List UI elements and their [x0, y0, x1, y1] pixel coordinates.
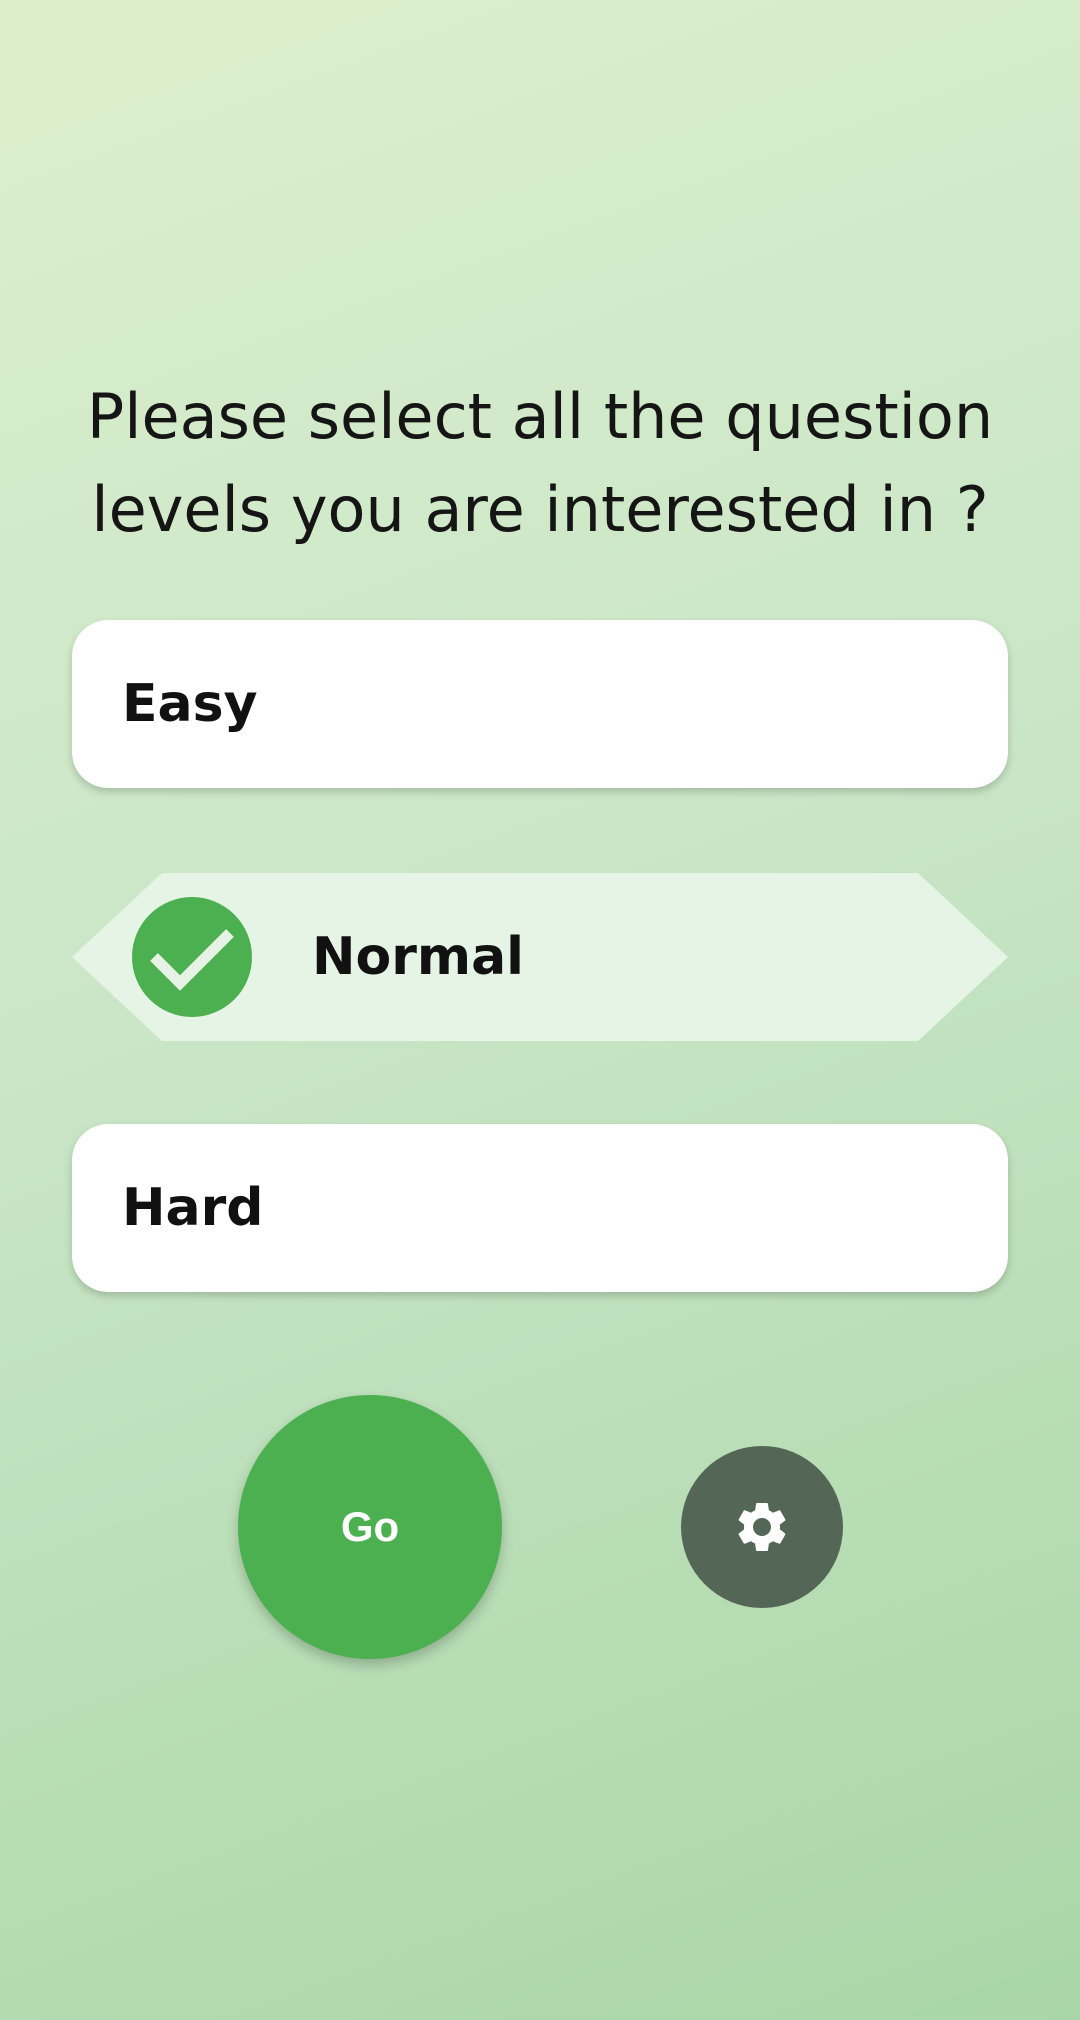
- settings-button[interactable]: [681, 1446, 843, 1608]
- option-normal-label: Normal: [312, 927, 524, 987]
- option-normal[interactable]: Normal: [72, 873, 1008, 1041]
- check-icon: [132, 897, 252, 1017]
- option-hard-label: Hard: [122, 1178, 264, 1238]
- prompt-line-2: levels you are interested in ?: [91, 473, 989, 546]
- prompt-line-1: Please select all the question: [86, 380, 994, 453]
- gear-icon: [738, 1503, 786, 1551]
- page-title: Please select all the question levels yo…: [70, 370, 1010, 556]
- go-button[interactable]: Go: [238, 1395, 502, 1659]
- option-easy-label: Easy: [122, 674, 258, 734]
- option-hard[interactable]: Hard: [72, 1124, 1008, 1292]
- option-easy[interactable]: Easy: [72, 620, 1008, 788]
- question-level-screen: Please select all the question levels yo…: [0, 0, 1080, 2020]
